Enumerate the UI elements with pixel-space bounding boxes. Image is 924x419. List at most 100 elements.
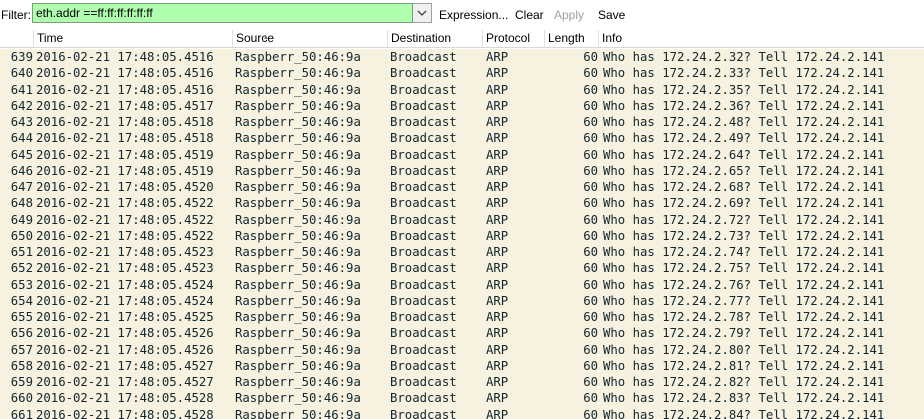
packet-info: Who has 172.24.2.35? Tell 172.24.2.141: [603, 82, 885, 97]
packet-number: 640: [10, 66, 33, 81]
packet-row[interactable]: 655 2016-02-21 17:48:05.4525 Raspberr_50:4…: [0, 309, 924, 326]
packet-number: 647: [10, 180, 33, 194]
packet-info: Who has 172.24.2.68? Tell 172.24.2.141: [603, 180, 885, 194]
packet-protocol: ARP: [486, 196, 509, 211]
packet-length: 60: [583, 277, 598, 292]
packet-row[interactable]: 652 2016-02-21 17:48:05.4523 Raspberr_50:4…: [0, 260, 924, 277]
packet-source: Raspberr_50:46:9a: [235, 147, 361, 162]
packet-row[interactable]: 661 2016-02-21 17:48:05.4528 Raspberr_50:4…: [0, 406, 924, 419]
packet-row[interactable]: 654 2016-02-21 17:48:05.4524 Raspberr_50:4…: [0, 292, 924, 309]
packet-row[interactable]: 657 2016-02-21 17:48:05.4526 Raspberr_50:4…: [0, 341, 924, 358]
packet-destination: Broadcast: [390, 147, 457, 162]
packet-row[interactable]: 656 2016-02-21 17:48:05.4526 Raspberr_50:4…: [0, 325, 924, 342]
packet-source: Raspberr_50:46:9a: [235, 310, 361, 324]
packet-row[interactable]: 658 2016-02-21 17:48:05.4527 Raspberr_50:4…: [0, 357, 924, 374]
packet-row[interactable]: 646 2016-02-21 17:48:05.4519 Raspberr_50:4…: [0, 162, 924, 179]
packet-time: 2016-02-21 17:48:05.4517: [36, 98, 214, 113]
packet-destination: Broadcast: [390, 310, 457, 324]
packet-protocol: ARP: [486, 50, 509, 64]
apply-button[interactable]: Apply: [554, 8, 584, 22]
packet-row[interactable]: 649 2016-02-21 17:48:05.4522 Raspberr_50:4…: [0, 211, 924, 228]
packet-row[interactable]: 653 2016-02-21 17:48:05.4524 Raspberr_50:4…: [0, 276, 924, 293]
packet-info: Who has 172.24.2.76? Tell 172.24.2.141: [603, 277, 885, 292]
packet-number: 643: [10, 115, 33, 129]
packet-row[interactable]: 642 2016-02-21 17:48:05.4517 Raspberr_50:4…: [0, 97, 924, 114]
packet-source: Raspberr_50:46:9a: [235, 82, 361, 97]
packet-row[interactable]: 640 2016-02-21 17:48:05.4516 Raspberr_50:4…: [0, 65, 924, 82]
packet-time: 2016-02-21 17:48:05.4519: [36, 163, 214, 178]
packet-list[interactable]: Time Source ▲ Destination Protocol Lengt…: [0, 30, 924, 419]
packet-time: 2016-02-21 17:48:05.4523: [36, 261, 214, 276]
column-header-length[interactable]: Length: [544, 30, 598, 47]
packet-protocol: ARP: [486, 358, 509, 373]
packet-info: Who has 172.24.2.48? Tell 172.24.2.141: [603, 115, 885, 129]
packet-row[interactable]: 644 2016-02-21 17:48:05.4518 Raspberr_50:4…: [0, 130, 924, 147]
packet-time: 2016-02-21 17:48:05.4519: [36, 147, 214, 162]
packet-length: 60: [583, 82, 598, 97]
packet-source: Raspberr_50:46:9a: [235, 228, 361, 243]
packet-number: 660: [10, 391, 33, 406]
packet-row[interactable]: 639 2016-02-21 17:48:05.4516 Raspberr_50:4…: [0, 49, 924, 66]
packet-destination: Broadcast: [390, 212, 457, 227]
column-header-info[interactable]: Info: [598, 30, 924, 47]
packet-destination: Broadcast: [390, 358, 457, 373]
packet-protocol: ARP: [486, 326, 509, 341]
packet-number: 655: [10, 310, 33, 324]
packet-source: Raspberr_50:46:9a: [235, 50, 361, 64]
packet-destination: Broadcast: [390, 245, 457, 259]
packet-info: Who has 172.24.2.65? Tell 172.24.2.141: [603, 163, 885, 178]
packet-time: 2016-02-21 17:48:05.4520: [36, 180, 214, 194]
packet-info: Who has 172.24.2.84? Tell 172.24.2.141: [603, 407, 885, 419]
packet-destination: Broadcast: [390, 293, 457, 308]
packet-length: 60: [583, 407, 598, 419]
packet-destination: Broadcast: [390, 391, 457, 406]
packet-protocol: ARP: [486, 131, 509, 146]
expression-button[interactable]: Expression...: [439, 8, 508, 22]
filter-history-dropdown[interactable]: [413, 3, 432, 23]
save-button[interactable]: Save: [598, 8, 625, 22]
packet-length: 60: [583, 98, 598, 113]
packet-info: Who has 172.24.2.83? Tell 172.24.2.141: [603, 391, 885, 406]
packet-row[interactable]: 659 2016-02-21 17:48:05.4527 Raspberr_50:4…: [0, 374, 924, 391]
packet-info: Who has 172.24.2.75? Tell 172.24.2.141: [603, 261, 885, 276]
packet-length: 60: [583, 326, 598, 341]
column-header-source[interactable]: Source ▲: [232, 30, 387, 47]
packet-row[interactable]: 641 2016-02-21 17:48:05.4516 Raspberr_50:4…: [0, 81, 924, 98]
packet-length: 60: [583, 212, 598, 227]
column-header-protocol[interactable]: Protocol: [482, 30, 544, 47]
column-header-destination[interactable]: Destination: [387, 30, 482, 47]
packet-number: 651: [10, 245, 33, 259]
packet-row[interactable]: 651 2016-02-21 17:48:05.4523 Raspberr_50:4…: [0, 244, 924, 261]
packet-info: Who has 172.24.2.72? Tell 172.24.2.141: [603, 212, 885, 227]
packet-time: 2016-02-21 17:48:05.4522: [36, 228, 214, 243]
packet-destination: Broadcast: [390, 115, 457, 129]
packet-destination: Broadcast: [390, 407, 457, 419]
chevron-down-icon: [417, 10, 427, 16]
packet-destination: Broadcast: [390, 342, 457, 357]
packet-protocol: ARP: [486, 310, 509, 324]
packet-source: Raspberr_50:46:9a: [235, 66, 361, 81]
packet-length: 60: [583, 228, 598, 243]
packet-time: 2016-02-21 17:48:05.4525: [36, 310, 214, 324]
column-header-time[interactable]: Time: [33, 30, 232, 47]
packet-row[interactable]: 660 2016-02-21 17:48:05.4528 Raspberr_50:4…: [0, 390, 924, 407]
packet-info: Who has 172.24.2.74? Tell 172.24.2.141: [603, 245, 885, 259]
packet-time: 2016-02-21 17:48:05.4522: [36, 212, 214, 227]
sort-ascending-icon: ▲: [263, 35, 269, 41]
packet-destination: Broadcast: [390, 82, 457, 97]
packet-protocol: ARP: [486, 180, 509, 194]
packet-row[interactable]: 643 2016-02-21 17:48:05.4518 Raspberr_50:4…: [0, 114, 924, 131]
packet-number: 648: [10, 196, 33, 211]
packet-info: Who has 172.24.2.81? Tell 172.24.2.141: [603, 358, 885, 373]
clear-button[interactable]: Clear: [515, 8, 544, 22]
packet-row[interactable]: 647 2016-02-21 17:48:05.4520 Raspberr_50:4…: [0, 179, 924, 196]
packet-row[interactable]: 645 2016-02-21 17:48:05.4519 Raspberr_50:4…: [0, 146, 924, 163]
filter-label: Filter:: [1, 8, 31, 22]
display-filter-input[interactable]: [32, 3, 413, 23]
packet-source: Raspberr_50:46:9a: [235, 407, 361, 419]
packet-row[interactable]: 650 2016-02-21 17:48:05.4522 Raspberr_50:4…: [0, 227, 924, 244]
packet-row[interactable]: 648 2016-02-21 17:48:05.4522 Raspberr_50:4…: [0, 195, 924, 212]
column-header-no[interactable]: [0, 30, 33, 47]
packet-info: Who has 172.24.2.73? Tell 172.24.2.141: [603, 228, 885, 243]
packet-length: 60: [583, 163, 598, 178]
